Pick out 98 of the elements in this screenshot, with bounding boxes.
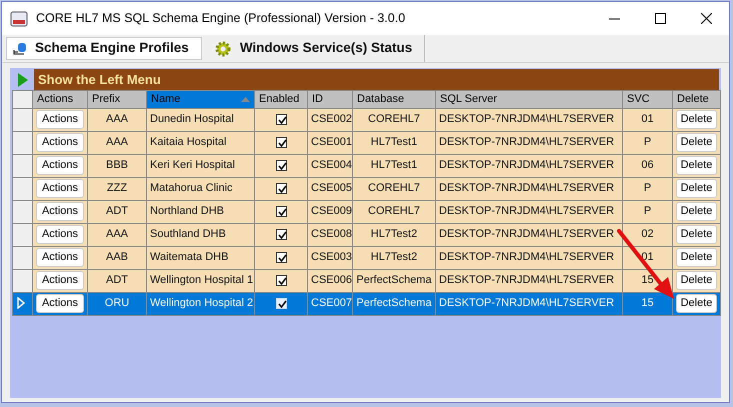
actions-button[interactable]: Actions	[36, 248, 84, 267]
delete-button[interactable]: Delete	[676, 294, 717, 313]
table-cell: ORU	[88, 292, 146, 315]
left-menu-toggle[interactable]: Show the Left Menu	[34, 69, 719, 90]
checkbox[interactable]	[276, 136, 286, 148]
table-cell: CSE007	[308, 292, 352, 315]
table-cell: DESKTOP-7NRJDM4\HL7SERVER	[436, 154, 622, 177]
close-icon	[700, 13, 712, 24]
table-cell: ZZZ	[88, 177, 146, 200]
app-icon	[10, 10, 28, 26]
table-cell: AAA	[88, 223, 146, 246]
table-cell: Southland DHB	[146, 223, 254, 246]
table-cell: CSE009	[308, 200, 352, 223]
delete-button[interactable]: Delete	[676, 179, 717, 198]
actions-button[interactable]: Actions	[36, 110, 84, 129]
table-cell: HL7Test1	[352, 154, 436, 177]
table-cell: CSE008	[308, 223, 352, 246]
row-pointer-icon	[17, 297, 25, 310]
table-cell: HL7Test2	[352, 223, 436, 246]
table-cell: CSE005	[308, 177, 352, 200]
table-cell: HL7Test1	[352, 131, 436, 154]
table-cell: ADT	[88, 269, 146, 292]
table-cell: Wellington Hospital 2	[146, 292, 254, 315]
maximize-icon	[654, 13, 666, 24]
table-cell: CSE004	[308, 154, 352, 177]
delete-button[interactable]: Delete	[676, 271, 717, 290]
delete-button[interactable]: Delete	[676, 133, 717, 152]
checkbox[interactable]	[276, 274, 286, 286]
tab[interactable]: Schema Engine Profiles	[6, 37, 202, 60]
checkbox[interactable]	[276, 228, 286, 240]
checkbox[interactable]	[276, 252, 286, 263]
table-cell: 01	[622, 108, 672, 131]
column-header[interactable]: Delete	[672, 90, 720, 108]
table-cell: P	[622, 200, 672, 223]
table-cell: Waitemata DHB	[146, 246, 254, 269]
table-cell: DESKTOP-7NRJDM4\HL7SERVER	[436, 269, 622, 292]
delete-button[interactable]: Delete	[676, 248, 717, 267]
table-cell: CSE006	[308, 269, 352, 292]
table-cell: AAB	[88, 246, 146, 269]
actions-button[interactable]: Actions	[36, 225, 84, 244]
actions-button[interactable]: Actions	[36, 271, 84, 290]
delete-button[interactable]: Delete	[676, 156, 717, 175]
actions-button[interactable]: Actions	[36, 202, 84, 221]
column-header[interactable]: Database	[352, 90, 436, 108]
gear-icon	[214, 40, 232, 58]
table-cell: PerfectSchema	[352, 269, 436, 292]
table-cell: AAA	[88, 131, 146, 154]
table-cell: DESKTOP-7NRJDM4\HL7SERVER	[436, 292, 622, 315]
delete-button[interactable]: Delete	[676, 225, 717, 244]
checkbox[interactable]	[276, 114, 286, 125]
table-cell: 06	[622, 154, 672, 177]
actions-button[interactable]: Actions	[36, 156, 84, 175]
table-cell: BBB	[88, 154, 146, 177]
column-header[interactable]: SQL Server	[436, 90, 622, 108]
table-cell: ADT	[88, 200, 146, 223]
table-cell: CSE003	[308, 246, 352, 269]
table-cell: PerfectSchema	[352, 292, 436, 315]
table-cell: COREHL7	[352, 108, 436, 131]
table-cell: DESKTOP-7NRJDM4\HL7SERVER	[436, 223, 622, 246]
database-icon	[11, 40, 27, 56]
actions-button[interactable]: Actions	[36, 179, 84, 198]
column-header[interactable]: ID	[308, 90, 352, 108]
table-cell: Matahorua Clinic	[146, 177, 254, 200]
checkbox[interactable]	[276, 206, 286, 217]
table-cell: P	[622, 177, 672, 200]
column-header[interactable]: Prefix	[88, 90, 146, 108]
table-cell: Dunedin Hospital	[146, 108, 254, 131]
table-cell: COREHL7	[352, 200, 436, 223]
table-cell: HL7Test2	[352, 246, 436, 269]
window-title: CORE HL7 MS SQL Schema Engine (Professional) Version - 3.0.0	[36, 10, 406, 28]
table-cell: Kaitaia Hospital	[146, 131, 254, 154]
table-cell: Keri Keri Hospital	[146, 154, 254, 177]
table-cell: Wellington Hospital 1	[146, 269, 254, 292]
table-cell: 02	[622, 223, 672, 246]
table-cell: P	[622, 131, 672, 154]
table-cell: AAA	[88, 108, 146, 131]
column-header[interactable]: SVC	[622, 90, 672, 108]
delete-button[interactable]: Delete	[676, 202, 717, 221]
table-cell: DESKTOP-7NRJDM4\HL7SERVER	[436, 131, 622, 154]
arrow-annotation	[616, 228, 676, 300]
table-cell: DESKTOP-7NRJDM4\HL7SERVER	[436, 200, 622, 223]
sort-icon	[241, 96, 250, 102]
table-cell: CSE002	[308, 108, 352, 131]
table-cell: 15	[622, 292, 672, 315]
table-cell: DESKTOP-7NRJDM4\HL7SERVER	[436, 177, 622, 200]
table-cell: CSE001	[308, 131, 352, 154]
column-header[interactable]: Enabled	[254, 90, 308, 108]
actions-button[interactable]: Actions	[36, 294, 84, 313]
checkbox[interactable]	[276, 182, 286, 194]
column-header[interactable]: Actions	[32, 90, 88, 108]
table-cell: DESKTOP-7NRJDM4\HL7SERVER	[436, 246, 622, 269]
column-header[interactable]: Name	[146, 90, 254, 108]
delete-button[interactable]: Delete	[676, 110, 717, 129]
table-cell: Northland DHB	[146, 200, 254, 223]
table-cell: COREHL7	[352, 177, 436, 200]
actions-button[interactable]: Actions	[36, 133, 84, 152]
table-cell: DESKTOP-7NRJDM4\HL7SERVER	[436, 108, 622, 131]
checkbox[interactable]	[276, 160, 286, 171]
